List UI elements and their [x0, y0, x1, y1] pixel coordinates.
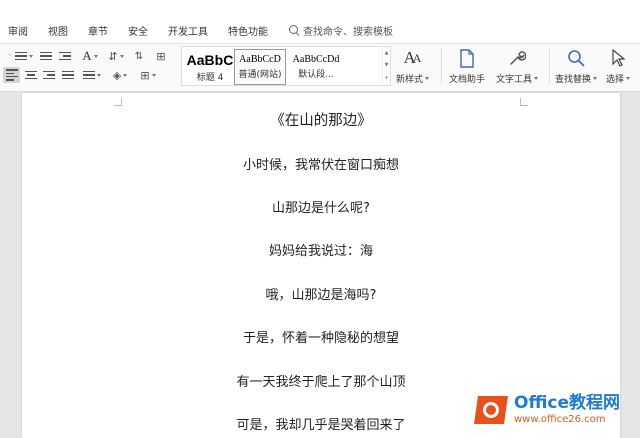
scroll-up-icon: ▲	[384, 49, 389, 56]
style-heading4[interactable]: AaBbC 标题 4	[184, 49, 236, 85]
sort-icon: ⇅	[134, 50, 144, 62]
document-area: 《在山的那边》 小时候，我常伏在窗口痴想 山那边是什么呢? 妈妈给我说过：海 哦…	[0, 93, 640, 438]
select-button[interactable]: 选择	[606, 47, 631, 85]
style-heading4-name: 标题 4	[196, 72, 224, 83]
bullet-list-icon	[15, 50, 27, 62]
font-size-icon: A	[82, 48, 92, 63]
style-gallery: AaBbC 标题 4 AaBbCcD 普通(网站) AaBbCcDd 默认段..…	[181, 46, 391, 86]
menu-bar: 审阅 视图 章节 安全 开发工具 特色功能 查找命令、搜索模板	[0, 0, 640, 44]
text-tools-label: 文字工具	[496, 75, 533, 85]
menu-section[interactable]: 章节	[88, 23, 108, 38]
doc-assistant-label: 文档助手	[449, 75, 486, 85]
line-spacing-button[interactable]	[80, 67, 104, 83]
style-normal-web[interactable]: AaBbCcD 普通(网站)	[234, 49, 286, 85]
line-spacing-icon	[83, 69, 95, 81]
menu-view[interactable]: 视图	[48, 23, 68, 38]
poem-line: 于是，怀着一种隐秘的想望	[242, 331, 399, 346]
menu-items: 审阅 视图 章节 安全 开发工具 特色功能 查找命令、搜索模板	[0, 20, 393, 40]
poem-line: 山那边是什么呢?	[272, 201, 370, 216]
site-watermark: Office教程网 www.office26.com	[474, 388, 634, 432]
style-default-sample: AaBbCcDd	[292, 54, 340, 65]
justify-button[interactable]	[60, 67, 76, 83]
new-style-icon: AA	[403, 48, 422, 67]
poem-title: 《在山的那边》	[270, 113, 372, 129]
select-label: 选择	[606, 75, 625, 85]
document-icon	[456, 47, 478, 69]
grid-icon: ⊞	[156, 49, 166, 63]
command-search[interactable]: 查找命令、搜索模板	[288, 23, 393, 38]
style-default-name: 默认段...	[298, 70, 334, 80]
cursor-arrow-icon	[607, 47, 629, 69]
watermark-url: www.office26.com	[514, 414, 606, 425]
style-default-paragraph[interactable]: AaBbCcDd 默认段...	[286, 49, 346, 85]
bullet-list-button[interactable]	[12, 49, 36, 63]
poem-line: 哦，山那边是海吗?	[265, 288, 377, 303]
new-style-button[interactable]: AA 新样式	[396, 47, 430, 85]
office-logo-icon	[474, 393, 508, 427]
text-tools-button[interactable]: 文字工具	[496, 47, 539, 85]
menu-features[interactable]: 特色功能	[228, 23, 268, 38]
command-search-text: 查找命令、搜索模板	[303, 26, 393, 38]
document-page[interactable]: 《在山的那边》 小时候，我常伏在窗口痴想 山那边是什么呢? 妈妈给我说过：海 哦…	[22, 93, 620, 438]
borders-button[interactable]: ⊞	[136, 67, 160, 83]
find-replace-label: 查找替换	[555, 75, 592, 85]
new-style-label: 新样式	[396, 75, 424, 85]
sort-button[interactable]: ⇅	[131, 49, 147, 63]
table-grid-button[interactable]: ⊞	[152, 49, 170, 63]
divider	[549, 48, 550, 84]
wrench-icon	[506, 47, 528, 69]
menu-developer[interactable]: 开发工具	[168, 23, 208, 38]
watermark-title: Office教程网	[514, 393, 621, 413]
margin-corner-right	[520, 98, 528, 106]
indent-icon	[59, 50, 71, 62]
expand-icon: ▾	[385, 75, 388, 82]
style-normal-web-sample: AaBbCcD	[239, 54, 281, 65]
align-right-icon	[43, 69, 55, 81]
font-size-button[interactable]: A	[78, 48, 102, 64]
align-center-button[interactable]	[23, 67, 39, 83]
border-icon: ⊞	[140, 68, 150, 82]
poem-line: 小时候，我常伏在窗口痴想	[242, 158, 399, 173]
divider	[441, 48, 442, 84]
numbered-list-icon	[40, 50, 52, 62]
menu-security[interactable]: 安全	[128, 23, 148, 38]
doc-assistant-button[interactable]: 文档助手	[449, 47, 485, 85]
text-direction-button[interactable]: ⇵	[106, 49, 126, 63]
indent-button[interactable]	[57, 49, 73, 63]
find-replace-button[interactable]: 查找替换	[555, 47, 598, 85]
poem-line: 妈妈给我说过：海	[268, 244, 373, 259]
align-right-button[interactable]	[41, 67, 57, 83]
shading-button[interactable]: ◈	[108, 67, 132, 83]
text-direction-icon: ⇵	[108, 49, 118, 63]
justify-icon	[62, 69, 74, 81]
search-icon	[288, 24, 300, 36]
style-heading4-sample: AaBbC	[186, 51, 234, 68]
align-left-icon	[5, 69, 18, 81]
magnifier-icon	[565, 47, 587, 69]
scroll-down-icon: ▼	[384, 62, 389, 69]
menu-review[interactable]: 审阅	[8, 23, 28, 38]
margin-corner-left	[114, 98, 122, 106]
align-center-icon	[25, 69, 37, 81]
align-left-button[interactable]	[3, 67, 20, 83]
paint-bucket-icon: ◈	[112, 68, 122, 82]
numbered-list-button[interactable]	[38, 49, 54, 63]
style-gallery-scroll[interactable]: ▲ ▼ ▾	[382, 47, 390, 85]
style-normal-web-name: 普通(网站)	[238, 70, 282, 80]
